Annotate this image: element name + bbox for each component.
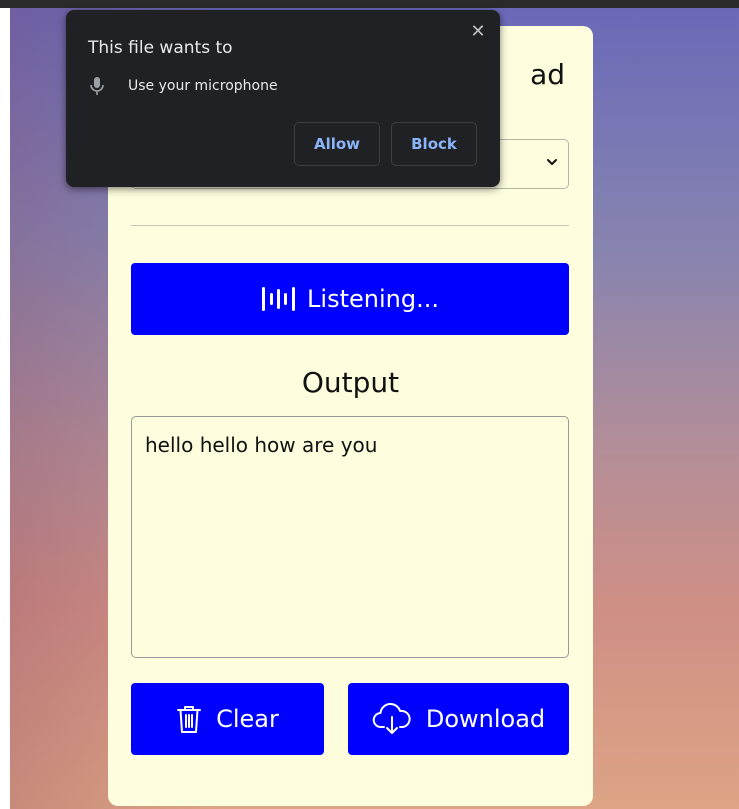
window-edge [0, 8, 10, 809]
output-heading: Output [301, 366, 400, 399]
close-icon[interactable]: ✕ [466, 20, 490, 44]
trash-icon [177, 706, 202, 733]
microphone-permission-popup: This file wants to ✕ Use your microphone… [66, 10, 500, 187]
audio-waveform-icon [262, 287, 296, 311]
permission-text: Use your microphone [128, 78, 278, 94]
permission-title: This file wants to [88, 38, 233, 58]
download-button[interactable]: Download [348, 683, 569, 755]
clear-button-label: Clear [216, 705, 279, 733]
clear-button[interactable]: Clear [131, 683, 324, 755]
card-title: ad [530, 58, 565, 91]
divider [131, 225, 569, 226]
listen-button[interactable]: Listening... [131, 263, 569, 335]
chevron-down-icon [547, 159, 557, 165]
output-textarea[interactable]: hello hello how are you [131, 416, 569, 658]
download-button-label: Download [425, 705, 546, 733]
allow-button[interactable]: Allow [294, 122, 380, 166]
cloud-download-icon [372, 703, 411, 734]
block-button[interactable]: Block [391, 122, 477, 166]
listen-button-label: Listening... [307, 285, 439, 313]
permission-row: Use your microphone [88, 76, 278, 96]
microphone-icon [90, 77, 104, 95]
